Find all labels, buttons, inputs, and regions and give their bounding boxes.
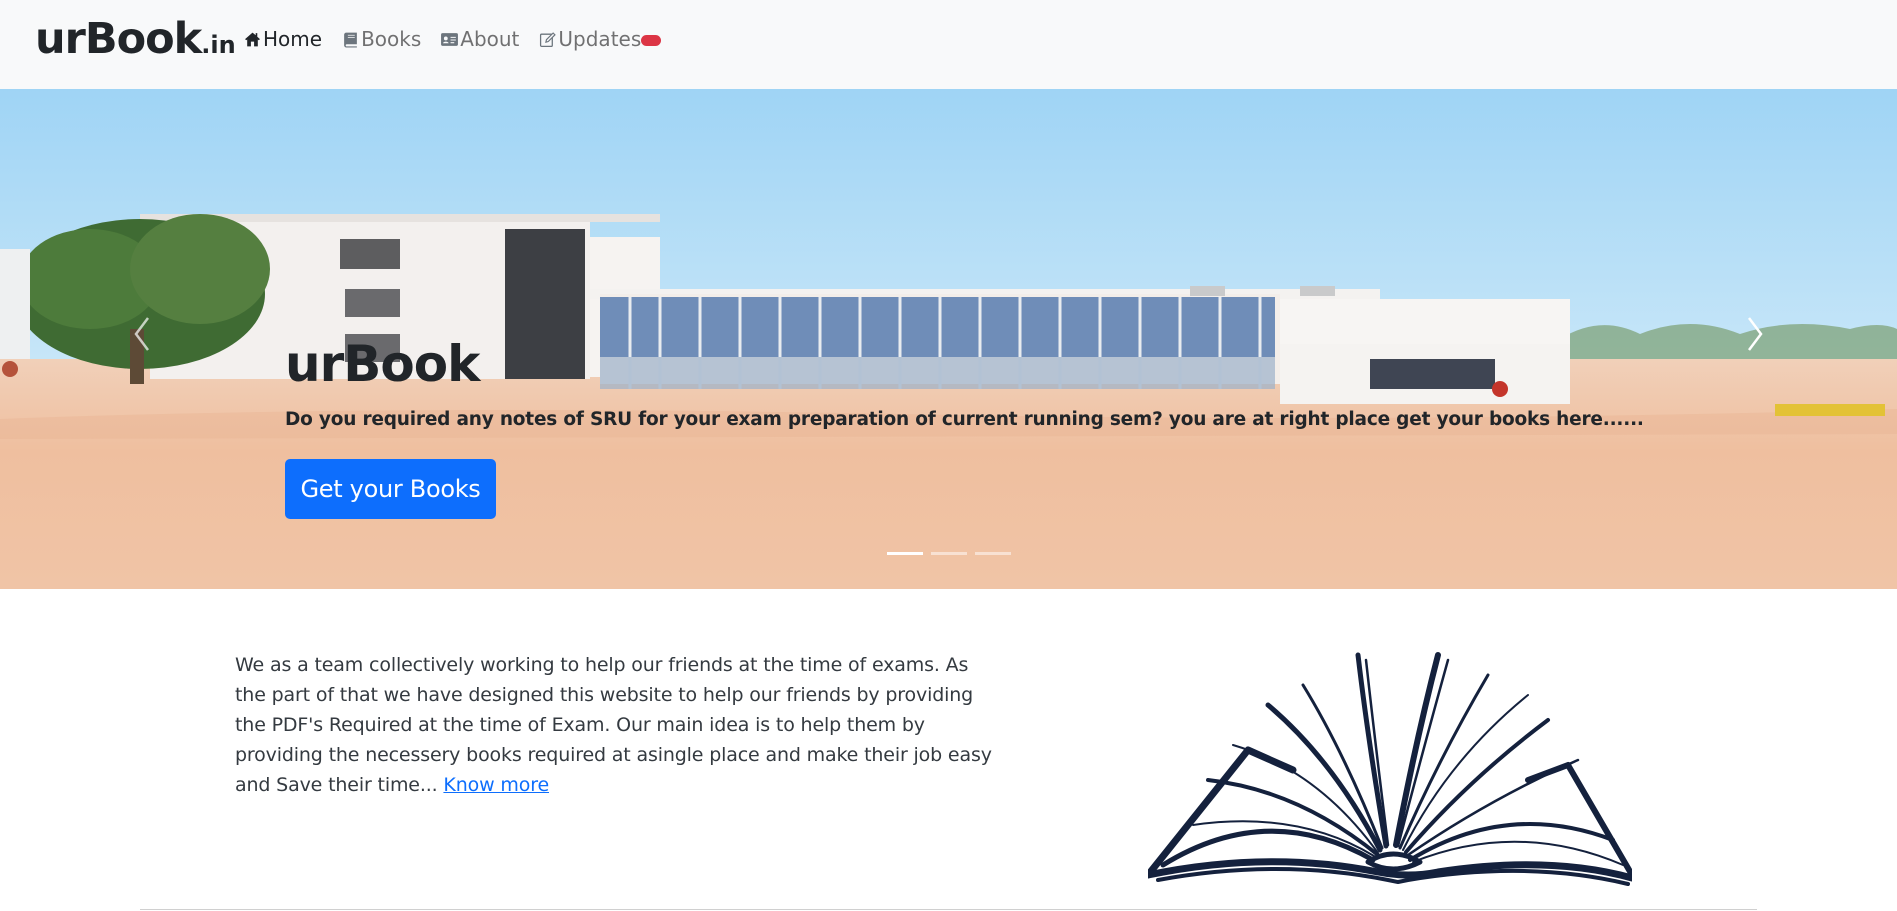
edit-icon [540,31,557,47]
carousel-indicator-1[interactable] [887,552,923,555]
about-text: We as a team collectively working to hel… [235,650,995,800]
hero-title: urBook [285,335,480,393]
notification-badge [641,35,662,46]
know-more-link[interactable]: Know more [443,774,549,796]
carousel-prev-icon[interactable] [130,314,154,354]
nav-item-updates[interactable]: Updates [538,27,662,51]
nav-item-about-label: About [460,27,520,51]
book-icon [344,32,357,47]
carousel-indicator-2[interactable] [931,552,967,555]
open-book-image [1148,652,1632,886]
hero-text: Do you required any notes of SRU for you… [285,409,1644,430]
nav-item-books-label: Books [361,27,422,51]
nav-item-home-label: Home [263,27,323,51]
brand-logo[interactable]: urBook.in [35,14,236,64]
carousel-indicator-3[interactable] [975,552,1011,555]
home-icon [245,32,260,46]
get-your-books-button[interactable]: Get your Books [285,459,496,519]
nav-links: Home Books About Updates [243,27,680,51]
hero-caption: urBook Do you required any notes of SRU … [285,339,1644,430]
hero-carousel: urBook Do you required any notes of SRU … [0,89,1897,589]
nav-item-about[interactable]: About [440,27,519,51]
nav-item-home[interactable]: Home [243,27,322,51]
nav-item-updates-label: Updates [558,27,642,51]
carousel-next-icon[interactable] [1743,314,1767,354]
brand-tld: .in [201,31,236,59]
about-paragraph: We as a team collectively working to hel… [235,654,992,796]
nav-item-books[interactable]: Books [341,27,421,51]
section-divider [140,909,1757,910]
navbar: urBook.in Home Books About Updates [0,0,1897,89]
carousel-indicators [887,552,1011,555]
id-card-icon [441,32,459,46]
brand-name: urBook [35,14,202,64]
